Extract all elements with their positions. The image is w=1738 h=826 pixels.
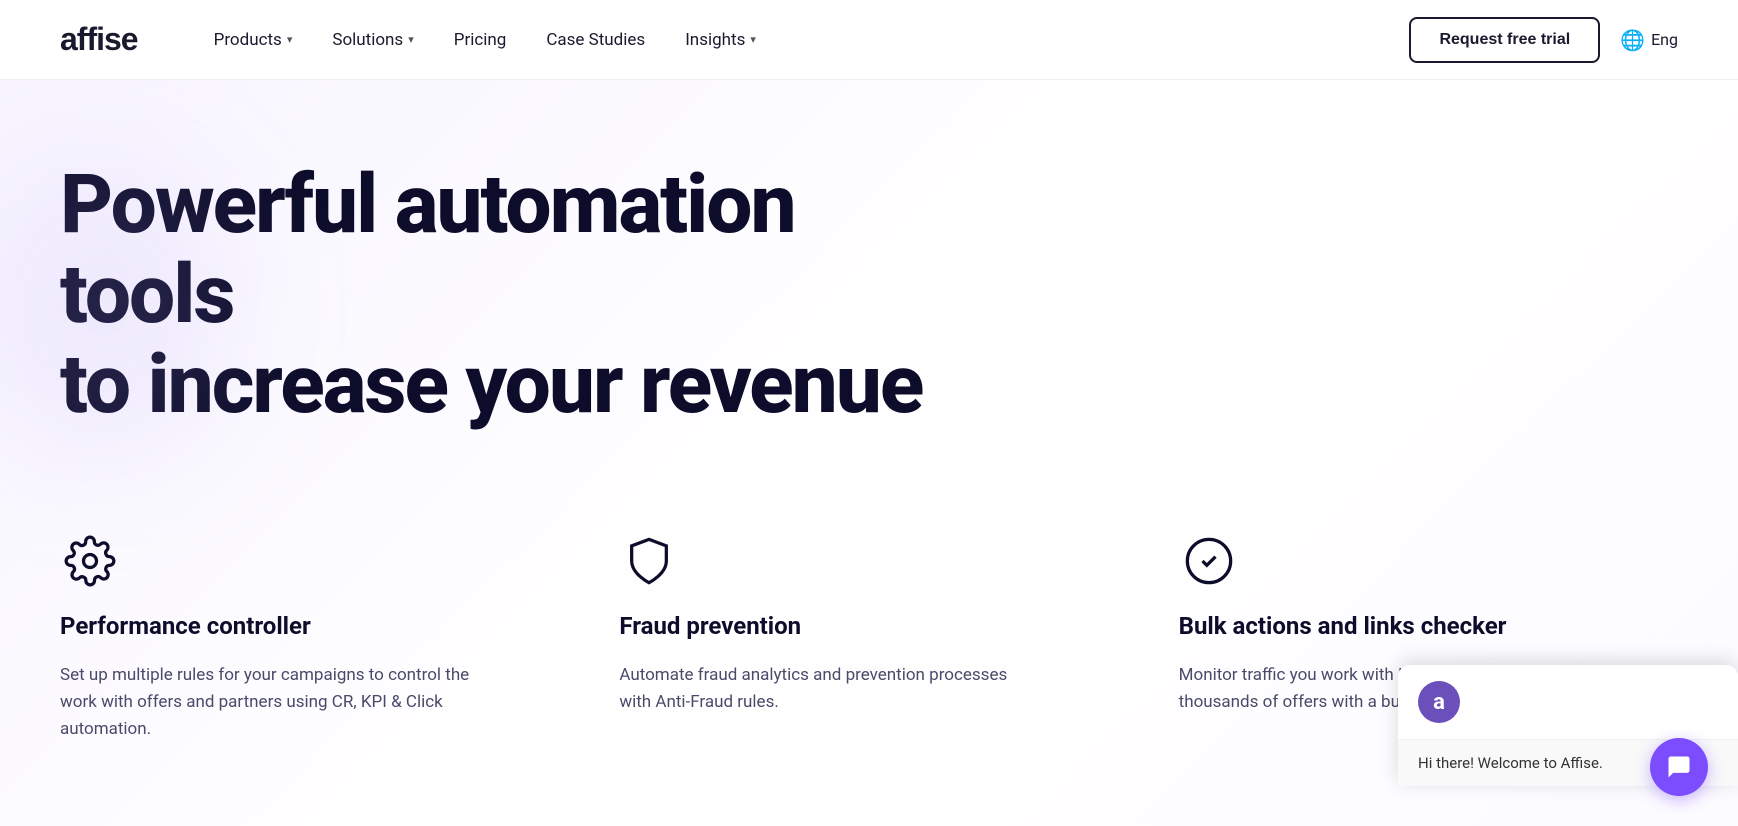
chevron-down-icon: ▾ xyxy=(408,33,414,46)
lang-label: Eng xyxy=(1651,30,1678,49)
chat-bubble-icon xyxy=(1665,753,1693,781)
navbar: affise Products ▾ Solutions ▾ Pricing Ca… xyxy=(0,0,1738,80)
language-selector[interactable]: 🌐 Eng xyxy=(1620,28,1678,52)
checkmark-circle-icon xyxy=(1179,531,1239,591)
brand-logo[interactable]: affise xyxy=(60,21,138,58)
nav-links: Products ▾ Solutions ▾ Pricing Case Stud… xyxy=(198,22,1410,58)
nav-label-insights: Insights xyxy=(685,30,745,50)
nav-item-pricing[interactable]: Pricing xyxy=(438,22,523,58)
chat-avatar: a xyxy=(1418,681,1460,723)
nav-item-products[interactable]: Products ▾ xyxy=(198,22,309,58)
chevron-down-icon: ▾ xyxy=(287,33,293,46)
hero-title-line2: to increase your revenue xyxy=(60,337,922,433)
nav-label-case-studies: Case Studies xyxy=(546,30,645,50)
feature-title-fraud: Fraud prevention xyxy=(619,611,1118,642)
chat-bubble-button[interactable] xyxy=(1650,738,1708,796)
globe-icon: 🌐 xyxy=(1620,28,1645,52)
feature-desc-fraud: Automate fraud analytics and prevention … xyxy=(619,662,1039,716)
nav-item-solutions[interactable]: Solutions ▾ xyxy=(316,22,429,58)
feature-desc-performance: Set up multiple rules for your campaigns… xyxy=(60,662,480,744)
nav-actions: Request free trial 🌐 Eng xyxy=(1409,17,1678,63)
feature-card-fraud: Fraud prevention Automate fraud analytic… xyxy=(619,531,1118,744)
nav-label-products: Products xyxy=(214,30,282,50)
nav-item-case-studies[interactable]: Case Studies xyxy=(530,22,661,58)
hero-title: Powerful automation tools to increase yo… xyxy=(60,160,960,431)
gear-icon xyxy=(60,531,120,591)
nav-label-solutions: Solutions xyxy=(332,30,403,50)
hero-title-line1: Powerful automation tools xyxy=(60,157,795,343)
feature-card-performance: Performance controller Set up multiple r… xyxy=(60,531,559,744)
nav-item-insights[interactable]: Insights ▾ xyxy=(669,22,772,58)
shield-icon xyxy=(619,531,679,591)
nav-label-pricing: Pricing xyxy=(454,30,507,50)
feature-title-performance: Performance controller xyxy=(60,611,559,642)
request-trial-button[interactable]: Request free trial xyxy=(1409,17,1600,63)
chevron-down-icon: ▾ xyxy=(750,33,756,46)
chat-header: a xyxy=(1398,665,1738,740)
feature-title-bulk: Bulk actions and links checker xyxy=(1179,611,1678,642)
